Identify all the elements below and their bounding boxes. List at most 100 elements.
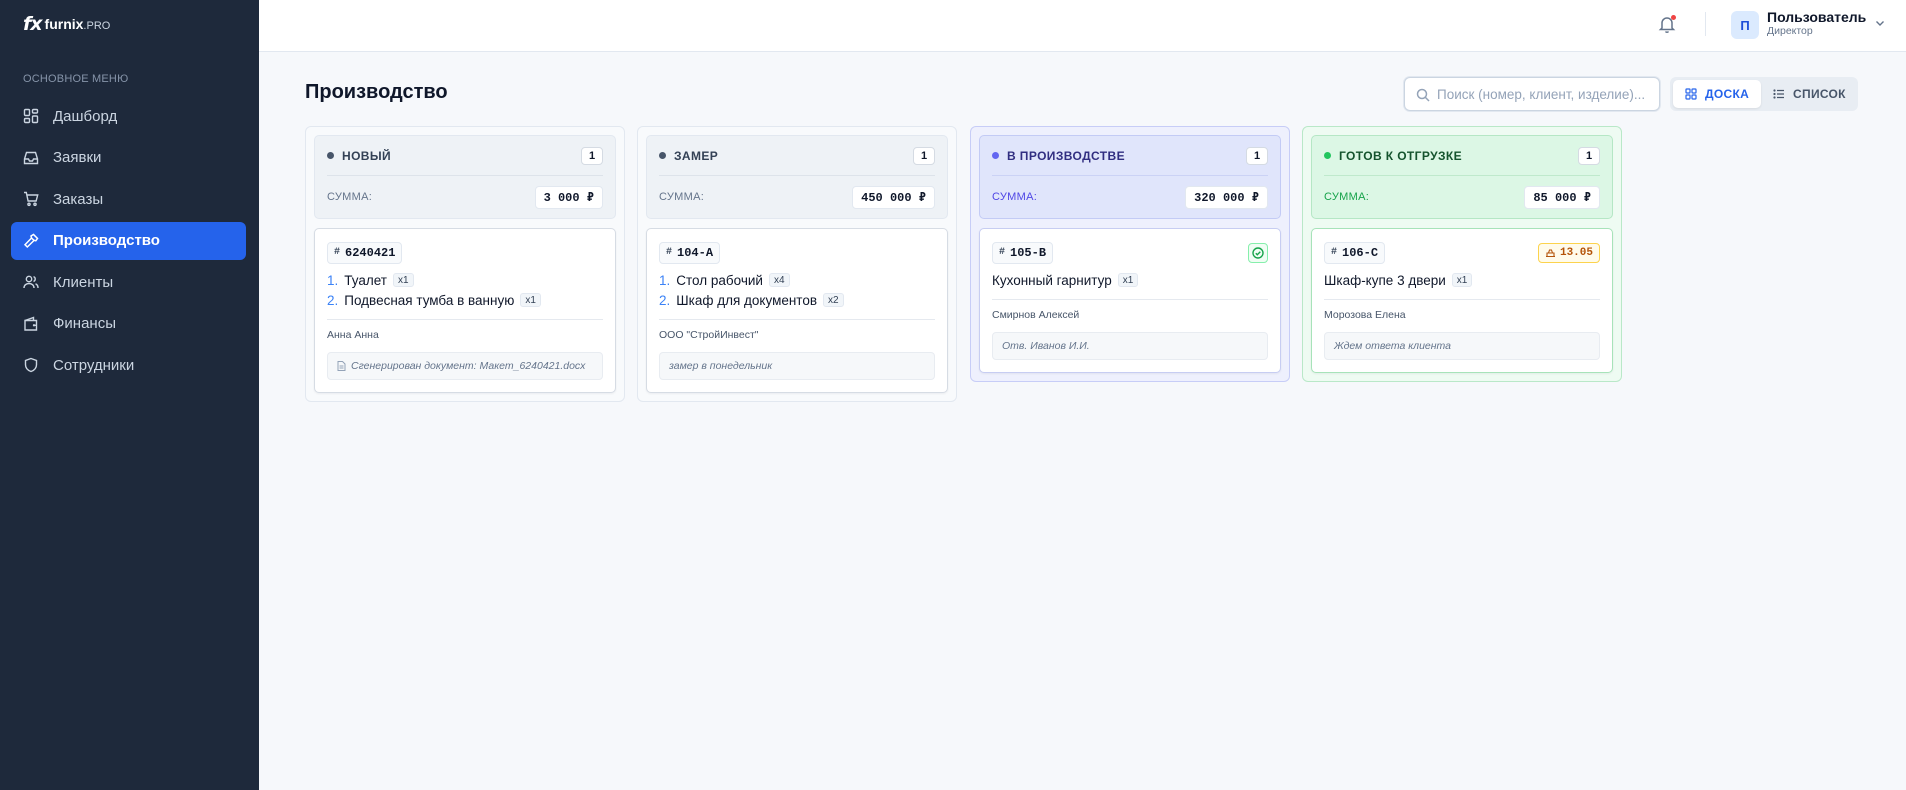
logo-suffix: .PRO — [83, 20, 111, 32]
item-qty: x1 — [1117, 273, 1139, 287]
sum-value: 3 000 ₽ — [534, 185, 603, 209]
sidebar-item-production[interactable]: Производство — [11, 221, 246, 260]
order-number-badge: #104-A — [659, 241, 721, 264]
order-number-badge: #6240421 — [327, 241, 403, 264]
sidebar-item-orders[interactable]: Заказы — [11, 180, 246, 218]
sidebar-item-dashboard[interactable]: Дашборд — [11, 97, 246, 135]
sidebar-item-finance[interactable]: Финансы — [11, 305, 246, 343]
sidebar-item-label: Производство — [53, 232, 160, 249]
order-card[interactable]: #105-B Кухонный гарнитур x1 Смирнов Алек… — [979, 228, 1281, 373]
list-item: 1. Туалет x1 — [327, 270, 603, 290]
item-number: 1. — [659, 272, 671, 288]
client-name: Анна Анна — [327, 329, 379, 341]
sidebar-item-clients[interactable]: Клиенты — [11, 263, 246, 301]
column-ready: ГОТОВ К ОТГРУЗКЕ 1 СУММА: 85 000 ₽ #106-… — [1302, 126, 1622, 382]
hammer-icon — [23, 233, 39, 249]
done-status-badge — [1248, 242, 1268, 263]
cart-icon — [23, 191, 39, 207]
column-measure: ЗАМЕР 1 СУММА: 450 000 ₽ #104-A 1. Стол … — [637, 126, 957, 402]
user-name[interactable]: Пользователь — [1767, 9, 1866, 25]
item-qty: x1 — [520, 293, 541, 307]
column-header: В ПРОИЗВОДСТВЕ 1 СУММА: 320 000 ₽ — [979, 135, 1281, 219]
view-list-label: СПИСОК — [1793, 87, 1846, 101]
card-note: замер в понедельник — [659, 352, 935, 380]
avatar[interactable]: П — [1731, 11, 1759, 39]
item-list: 1. Туалет x1 2. Подвесная тумба в ванную… — [327, 270, 603, 310]
column-header: ЗАМЕР 1 СУММА: 450 000 ₽ — [646, 135, 948, 219]
sidebar-item-label: Заказы — [53, 190, 104, 208]
sum-value: 320 000 ₽ — [1185, 185, 1268, 209]
view-board-label: ДОСКА — [1705, 87, 1750, 101]
column-production: В ПРОИЗВОДСТВЕ 1 СУММА: 320 000 ₽ #105-B… — [970, 126, 1290, 382]
notifications-button[interactable] — [1656, 13, 1678, 35]
item-name: Кухонный гарнитур — [992, 272, 1112, 288]
status-dot — [1324, 152, 1331, 159]
sidebar-menu: Дашборд Заявки Заказы Производство Клиен… — [11, 97, 246, 388]
search-box — [1404, 77, 1660, 111]
column-count: 1 — [913, 146, 935, 165]
sum-value: 85 000 ₽ — [1524, 185, 1600, 209]
column-header: ГОТОВ К ОТГРУЗКЕ 1 СУММА: 85 000 ₽ — [1311, 135, 1613, 219]
page-title: Производство — [305, 81, 448, 103]
item-name: Шкаф-купе 3 двери — [1324, 272, 1446, 288]
status-dot — [327, 152, 334, 159]
status-dot — [992, 152, 999, 159]
item-qty: x1 — [1451, 273, 1473, 287]
status-dot — [659, 152, 666, 159]
item-number: 2. — [659, 292, 671, 308]
logo-text: furnix.PRO — [45, 16, 111, 32]
app-logo[interactable]: fx furnix.PRO — [23, 12, 110, 36]
client-name: Морозова Елена — [1324, 309, 1406, 321]
deadline-badge: 13.05 — [1537, 242, 1600, 263]
logo-name: furnix — [44, 16, 84, 32]
sidebar-item-label: Финансы — [53, 315, 116, 332]
order-number: 6240421 — [345, 245, 396, 260]
column-title: НОВЫЙ — [342, 148, 392, 163]
truck-icon — [1545, 248, 1555, 257]
deadline-date: 13.05 — [1559, 246, 1593, 259]
card-note: Сгенерирован документ: Макет_6240421.doc… — [327, 352, 603, 380]
sidebar-item-label: Заявки — [53, 149, 102, 166]
sidebar: fx furnix.PRO ОСНОВНОЕ МЕНЮ Дашборд Заяв… — [0, 0, 259, 790]
order-card[interactable]: #6240421 1. Туалет x1 2. Подвесная тумба… — [314, 228, 616, 393]
sidebar-item-requests[interactable]: Заявки — [11, 139, 246, 177]
sidebar-item-staff[interactable]: Сотрудники — [11, 346, 246, 384]
list-icon — [1773, 89, 1785, 99]
item-number: 2. — [327, 292, 339, 308]
notification-dot — [1671, 15, 1676, 20]
order-number: 104-A — [677, 245, 714, 260]
sum-label: СУММА: — [992, 191, 1038, 203]
view-board-button[interactable]: ДОСКА — [1673, 80, 1762, 108]
order-card[interactable]: #104-A 1. Стол рабочий x4 2. Шкаф для до… — [646, 228, 948, 393]
item-number: 1. — [327, 272, 339, 288]
hash-icon: # — [334, 247, 341, 258]
column-new: НОВЫЙ 1 СУММА: 3 000 ₽ #6240421 1. Туале… — [305, 126, 625, 402]
check-circle-icon — [1252, 246, 1264, 259]
item-qty: x2 — [823, 293, 844, 307]
item-list: Шкаф-купе 3 двери x1 — [1324, 270, 1600, 290]
chevron-down-icon[interactable] — [1874, 17, 1886, 29]
card-note: Ждем ответа клиента — [1324, 332, 1600, 360]
sum-label: СУММА: — [327, 191, 373, 203]
hash-icon: # — [1331, 247, 1338, 258]
users-icon — [23, 274, 39, 290]
search-input[interactable] — [1437, 78, 1655, 110]
view-toggle: ДОСКА СПИСОК — [1670, 77, 1858, 111]
item-qty: x1 — [392, 273, 414, 287]
column-count: 1 — [581, 146, 603, 165]
client-name: ООО "СтройИнвест" — [659, 329, 759, 341]
column-count: 1 — [1246, 146, 1268, 165]
inbox-icon — [23, 150, 39, 166]
item-qty: x4 — [768, 273, 790, 287]
wallet-icon — [23, 316, 39, 332]
item-name: Подвесная тумба в ванную — [344, 292, 515, 308]
menu-heading: ОСНОВНОЕ МЕНЮ — [23, 73, 129, 85]
search-icon — [1416, 88, 1430, 102]
order-card[interactable]: #106-C 13.05 Шкаф-купе 3 двери x1 Морозо… — [1311, 228, 1613, 373]
item-name: Шкаф для документов — [676, 292, 818, 308]
hash-icon: # — [999, 247, 1006, 258]
column-title: ЗАМЕР — [674, 148, 719, 163]
order-number: 105-B — [1010, 245, 1047, 260]
note-text: Сгенерирован документ: Макет_6240421.doc… — [351, 360, 586, 372]
view-list-button[interactable]: СПИСОК — [1761, 80, 1858, 108]
